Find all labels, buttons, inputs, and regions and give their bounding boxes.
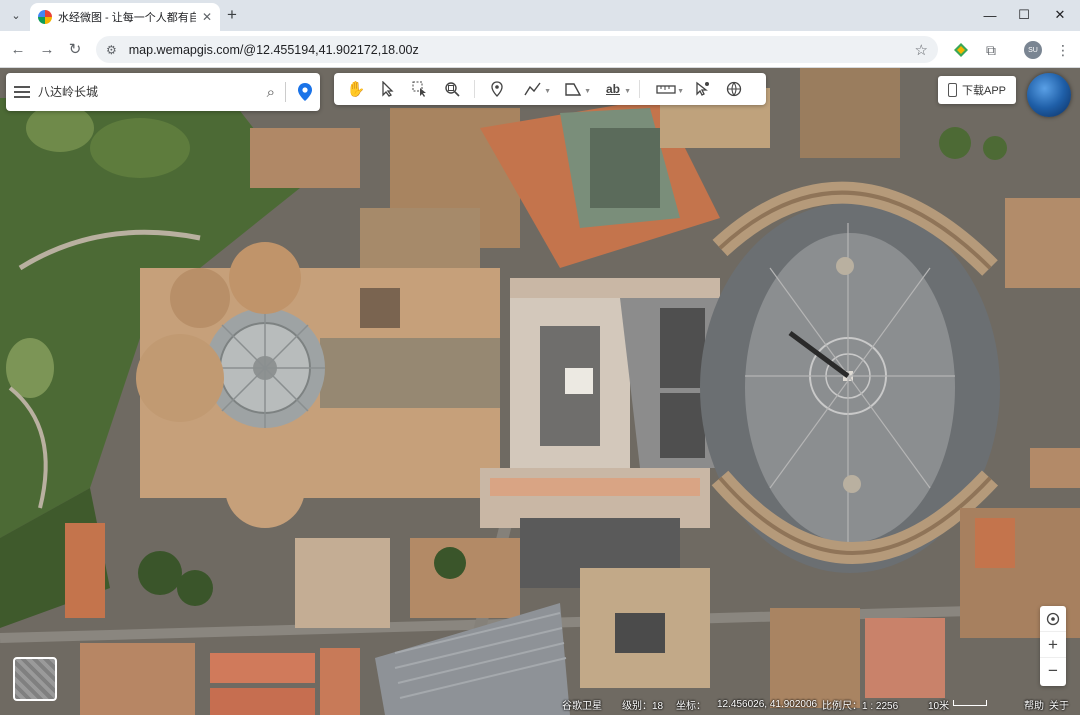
- site-favicon-icon: [38, 10, 52, 24]
- zoom-controls: + −: [1040, 606, 1066, 686]
- search-icon[interactable]: ⌕: [267, 84, 275, 101]
- chevron-down-icon: ▼: [584, 88, 591, 95]
- url-text[interactable]: map.wemapgis.com/@12.455194,41.902172,18…: [129, 43, 915, 57]
- identify-icon[interactable]: [688, 77, 716, 101]
- site-info-icon[interactable]: ⚙: [106, 43, 117, 57]
- search-input[interactable]: [38, 85, 257, 99]
- status-bar: 谷歌卫星 级别：18 坐标： 12.456026, 41.902006 比例尺：…: [0, 694, 1080, 715]
- ruler-icon[interactable]: ▼: [648, 77, 684, 101]
- menu-icon[interactable]: [14, 86, 30, 98]
- tool-separator: [639, 80, 640, 98]
- cursor-icon[interactable]: [374, 77, 402, 101]
- forward-button[interactable]: →: [36, 38, 58, 60]
- about-link[interactable]: 关于: [1049, 697, 1069, 712]
- marker-icon[interactable]: [483, 77, 511, 101]
- coordinate-label: 坐标：: [676, 701, 706, 712]
- label-tool-text: ab: [605, 82, 620, 96]
- reload-button[interactable]: ↻: [64, 38, 86, 60]
- hand-icon[interactable]: ✋: [342, 77, 370, 101]
- zoom-level: 级别：18: [622, 701, 664, 712]
- compass-icon[interactable]: [1040, 606, 1066, 632]
- location-pin-icon[interactable]: [298, 83, 312, 101]
- download-app-label: 下载APP: [961, 85, 1006, 97]
- maximize-button[interactable]: ☐: [1007, 4, 1041, 26]
- coordinate-value: 12.456026, 41.902006: [717, 699, 818, 710]
- polygon-icon[interactable]: ▼: [555, 77, 591, 101]
- address-bar[interactable]: ⚙ map.wemapgis.com/@12.455194,41.902172,…: [96, 36, 938, 63]
- new-tab-button[interactable]: +: [227, 5, 237, 25]
- zoom-in-button[interactable]: +: [1040, 632, 1066, 658]
- satellite-imagery: [0, 68, 1080, 715]
- search-divider: [285, 82, 286, 102]
- minimize-button[interactable]: —: [973, 4, 1007, 26]
- close-window-button[interactable]: ✕: [1043, 4, 1077, 26]
- search-panel: ⌕: [6, 73, 320, 111]
- phone-icon: [947, 83, 957, 97]
- scale-ratio: 比例尺：1 : 2256: [822, 701, 899, 712]
- browser-toolbar: ← → ↻ ⚙ map.wemapgis.com/@12.455194,41.9…: [0, 31, 1080, 68]
- close-tab-icon[interactable]: ✕: [202, 10, 212, 24]
- extensions-puzzle-icon[interactable]: ⧉: [980, 39, 1002, 61]
- browser-tab[interactable]: 水经微图 - 让每一个人都有自己 ✕: [30, 3, 220, 31]
- scale-bar: [953, 700, 987, 706]
- back-button[interactable]: ←: [7, 38, 29, 60]
- map-view[interactable]: ⌕ ✋ ▼ ▼ ab ▼: [0, 68, 1080, 715]
- tab-title: 水经微图 - 让每一个人都有自己: [58, 12, 196, 24]
- extension-icon[interactable]: [950, 39, 972, 61]
- extension-gem-icon: [954, 43, 968, 57]
- more-menu-icon[interactable]: ⋮: [1052, 39, 1074, 61]
- tab-search-button[interactable]: ⌄: [6, 6, 26, 24]
- polyline-icon[interactable]: ▼: [515, 77, 551, 101]
- tab-strip: ⌄ 水经微图 - 让每一个人都有自己 ✕ + — ☐ ✕: [0, 0, 1080, 31]
- chevron-down-icon: ▼: [677, 88, 684, 95]
- help-link[interactable]: 帮助: [1024, 697, 1044, 712]
- zoom-box-icon[interactable]: [438, 77, 466, 101]
- bookmark-star-icon[interactable]: ☆: [915, 41, 928, 59]
- zoom-out-button[interactable]: −: [1040, 658, 1066, 684]
- profile-avatar[interactable]: SU: [1024, 41, 1042, 59]
- map-toolbar: ✋ ▼ ▼ ab ▼ ▼: [334, 73, 766, 105]
- box-select-icon[interactable]: [406, 77, 434, 101]
- globe-view-icon[interactable]: [1027, 73, 1071, 117]
- layer-name: 谷歌卫星: [562, 701, 602, 712]
- chevron-down-icon: ▼: [624, 88, 631, 95]
- tool-separator: [474, 80, 475, 98]
- globe-icon[interactable]: [720, 77, 748, 101]
- scale-text: 10米: [928, 701, 950, 712]
- download-app-button[interactable]: 下载APP: [938, 76, 1016, 104]
- text-label-icon[interactable]: ab ▼: [595, 77, 631, 101]
- chevron-down-icon: ▼: [544, 88, 551, 95]
